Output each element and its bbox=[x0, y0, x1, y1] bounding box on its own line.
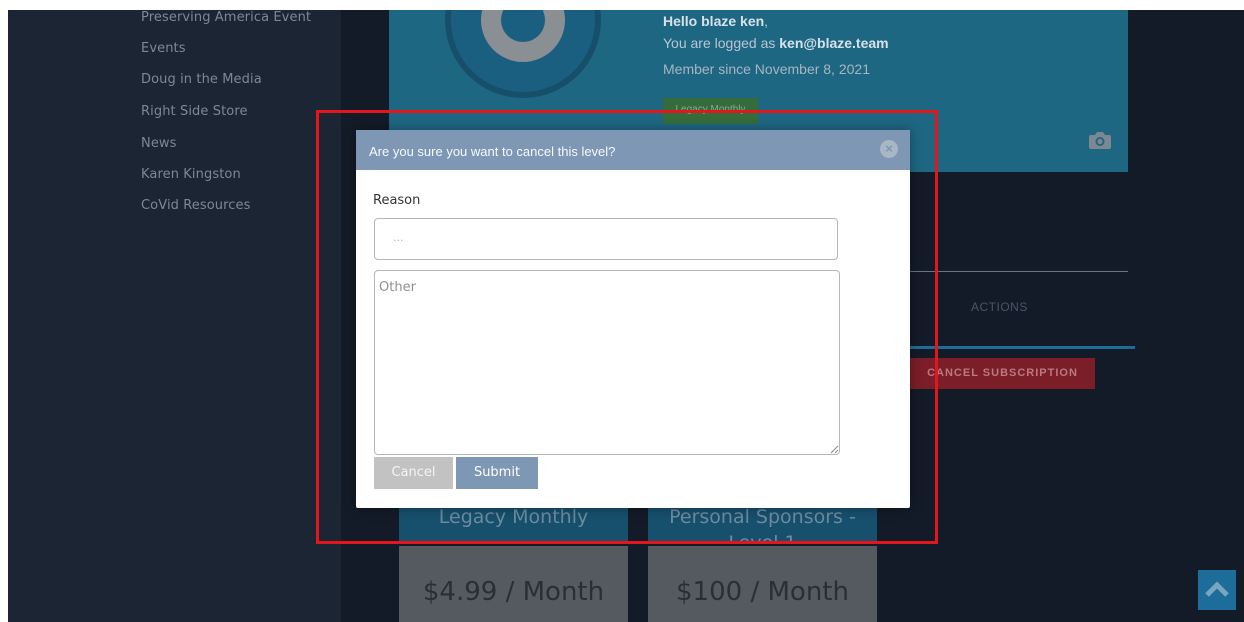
actions-heading: ACTIONS bbox=[971, 300, 1028, 314]
member-since: Member since November 8, 2021 bbox=[663, 61, 870, 77]
highlight-annotation bbox=[316, 110, 938, 544]
sidebar-item-covid-resources[interactable]: CoVid Resources bbox=[141, 198, 251, 213]
sidebar-item-news[interactable]: News bbox=[141, 136, 177, 151]
sidebar-item-doug-in-the-media[interactable]: Doug in the Media bbox=[141, 72, 262, 87]
plan-personal-sponsors-price: $100 / Month bbox=[648, 546, 877, 622]
hello-prefix: Hello bbox=[663, 13, 702, 29]
camera-icon[interactable] bbox=[1088, 130, 1112, 150]
user-name: blaze ken bbox=[701, 13, 765, 29]
plan-legacy-monthly-price: $4.99 / Month bbox=[399, 546, 628, 622]
profile-greeting: Hello blaze ken, You are logged as ken@b… bbox=[663, 10, 889, 54]
user-email: ken@blaze.team bbox=[779, 35, 889, 51]
chevron-up-icon bbox=[1205, 581, 1229, 597]
hello-suffix: , bbox=[764, 13, 769, 29]
sidebar-item-preserving-america-event[interactable]: Preserving America Event bbox=[141, 10, 311, 25]
logged-as-prefix: You are logged as bbox=[663, 35, 780, 51]
sidebar-item-karen-kingston[interactable]: Karen Kingston bbox=[141, 167, 241, 182]
sidebar-item-right-side-store[interactable]: Right Side Store bbox=[141, 104, 248, 119]
scroll-to-top-button[interactable] bbox=[1198, 570, 1236, 610]
sidebar: Preserving America Event Events Doug in … bbox=[8, 10, 341, 622]
sidebar-item-events[interactable]: Events bbox=[141, 41, 186, 56]
